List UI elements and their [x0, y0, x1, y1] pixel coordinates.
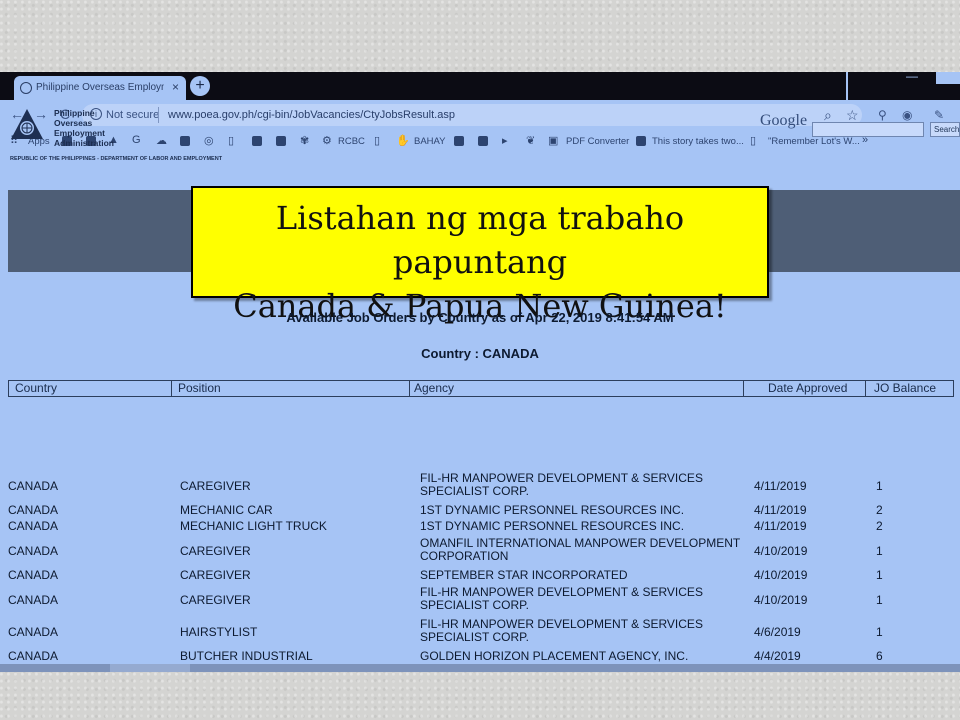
- logo-text: Philippine Overseas Employment Administr…: [54, 108, 134, 148]
- logo-line: Administration: [54, 138, 114, 148]
- logo-line: Employment: [54, 128, 106, 138]
- maximize-icon[interactable]: [936, 72, 960, 84]
- tab-title: Philippine Overseas Employment: [36, 82, 164, 93]
- cell-country: CANADA: [8, 519, 59, 533]
- google-search-input[interactable]: [812, 122, 924, 137]
- close-icon[interactable]: ×: [172, 80, 179, 94]
- minimize-icon[interactable]: —: [906, 72, 926, 84]
- cell-country: CANADA: [8, 649, 59, 663]
- search-button[interactable]: Search: [930, 122, 960, 137]
- cell-balance: 1: [876, 544, 883, 558]
- window-separator: [846, 72, 848, 100]
- opera-icon[interactable]: ◉: [902, 108, 912, 122]
- leaf-icon[interactable]: ❦: [526, 134, 535, 147]
- cell-country: CANADA: [8, 503, 59, 517]
- cell-date: 4/4/2019: [754, 649, 801, 663]
- cloud-icon[interactable]: ☁: [156, 134, 167, 147]
- browser-screenshot: Philippine Overseas Employment × + — ← →…: [0, 72, 960, 672]
- youtube-icon[interactable]: [454, 136, 464, 146]
- cell-date: 4/10/2019: [754, 544, 808, 558]
- scrollbar-thumb[interactable]: [110, 664, 190, 672]
- banner-line: Listahan ng mga trabaho papuntang: [275, 199, 685, 281]
- cell-date: 4/11/2019: [754, 519, 807, 533]
- hand-icon[interactable]: ✋: [396, 134, 410, 147]
- fx-icon[interactable]: [252, 136, 262, 146]
- cell-agency: SEPTEMBER STAR INCORPORATED: [420, 568, 628, 582]
- address-separator: [158, 107, 159, 123]
- title-banner: Listahan ng mga trabaho papuntang Canada…: [191, 186, 769, 325]
- cell-date: 4/6/2019: [754, 625, 801, 639]
- edit-icon[interactable]: ✎: [934, 108, 944, 122]
- column-header: Country: [15, 381, 58, 395]
- poea-logo-icon: [11, 109, 43, 139]
- table-header: Country Position Agency Date Approved JO…: [8, 380, 954, 397]
- cell-position: CAREGIVER: [180, 593, 251, 607]
- cell-position: HAIRSTYLIST: [180, 625, 258, 639]
- column-header: JO Balance: [865, 381, 936, 396]
- column-header: Agency: [409, 381, 454, 396]
- logo-subtitle: REPUBLIC OF THE PHILIPPINES - DEPARTMENT…: [10, 156, 223, 162]
- page-icon[interactable]: ▯: [374, 134, 380, 147]
- cell-date: 4/10/2019: [754, 593, 808, 607]
- column-header: Position: [171, 381, 221, 396]
- facebook-icon[interactable]: [636, 136, 646, 146]
- logo-line: Philippine: [54, 108, 95, 118]
- cell-position: MECHANIC CAR: [180, 503, 273, 517]
- url-text[interactable]: www.poea.gov.ph/cgi-bin/JobVacancies/Cty…: [168, 109, 455, 121]
- facebook-icon[interactable]: [276, 136, 286, 146]
- cell-agency: SPECIALIST CORP.: [420, 484, 529, 498]
- cell-position: MECHANIC LIGHT TRUCK: [180, 519, 327, 533]
- cell-balance: 1: [876, 568, 883, 582]
- page-icon[interactable]: ▯: [750, 134, 756, 147]
- cell-balance: 6: [876, 649, 883, 663]
- new-tab-button[interactable]: +: [190, 76, 210, 96]
- bookmark-remember[interactable]: "Remember Lot's W...: [768, 136, 860, 147]
- logo-line: Overseas: [54, 118, 93, 128]
- google-label: Google: [760, 112, 808, 129]
- country-heading: Country : CANADA: [421, 346, 539, 361]
- cell-date: 4/11/2019: [754, 503, 807, 517]
- cell-balance: 2: [876, 519, 883, 533]
- bookmark-icon[interactable]: [478, 136, 488, 146]
- extension-icon[interactable]: ⚲: [878, 108, 887, 122]
- cell-position: BUTCHER INDUSTRIAL: [180, 649, 313, 663]
- browser-tab[interactable]: Philippine Overseas Employment ×: [14, 76, 186, 100]
- column-header: Date Approved: [743, 381, 847, 396]
- cell-agency: 1ST DYNAMIC PERSONNEL RESOURCES INC.: [420, 503, 685, 517]
- cell-country: CANADA: [8, 593, 59, 607]
- address-bar[interactable]: i Not secure www.poea.gov.ph/cgi-bin/Job…: [82, 104, 862, 126]
- cell-date: 4/10/2019: [754, 568, 808, 582]
- available-jobs-heading: Available Job Orders by Country as of Ap…: [286, 310, 674, 325]
- flower-icon[interactable]: ✾: [300, 134, 309, 147]
- bookmark-rcbc[interactable]: RCBC: [338, 136, 365, 147]
- cell-balance: 2: [876, 503, 883, 517]
- gear-icon[interactable]: ⚙: [322, 134, 332, 147]
- globe-icon: [20, 82, 32, 94]
- cell-agency: 1ST DYNAMIC PERSONNEL RESOURCES INC.: [420, 519, 685, 533]
- chrome-icon[interactable]: ◎: [204, 134, 214, 147]
- cell-agency: GOLDEN HORIZON PLACEMENT AGENCY, INC.: [420, 649, 689, 663]
- cell-position: CAREGIVER: [180, 544, 251, 558]
- cell-country: CANADA: [8, 568, 59, 582]
- cell-balance: 1: [876, 479, 883, 493]
- cell-balance: 1: [876, 625, 883, 639]
- cell-date: 4/11/2019: [754, 479, 807, 493]
- cell-country: CANADA: [8, 479, 59, 493]
- cell-agency: CORPORATION: [420, 549, 509, 563]
- cell-balance: 1: [876, 593, 883, 607]
- bookmark-bahay[interactable]: BAHAY: [414, 136, 446, 147]
- bookmark-story[interactable]: This story takes two...: [652, 136, 744, 147]
- bookmark-pdf-converter[interactable]: PDF Converter: [566, 136, 629, 147]
- page-icon[interactable]: ▯: [228, 134, 234, 147]
- cell-position: CAREGIVER: [180, 479, 251, 493]
- pdf-icon[interactable]: ▣: [548, 134, 558, 147]
- cell-agency: SPECIALIST CORP.: [420, 598, 529, 612]
- tab-strip: Philippine Overseas Employment × + —: [0, 72, 960, 100]
- cell-country: CANADA: [8, 544, 59, 558]
- cell-country: CANADA: [8, 625, 59, 639]
- cell-position: CAREGIVER: [180, 568, 251, 582]
- play-icon[interactable]: ▸: [502, 134, 508, 147]
- cell-agency: SPECIALIST CORP.: [420, 630, 529, 644]
- bookmark-icon[interactable]: [180, 136, 190, 146]
